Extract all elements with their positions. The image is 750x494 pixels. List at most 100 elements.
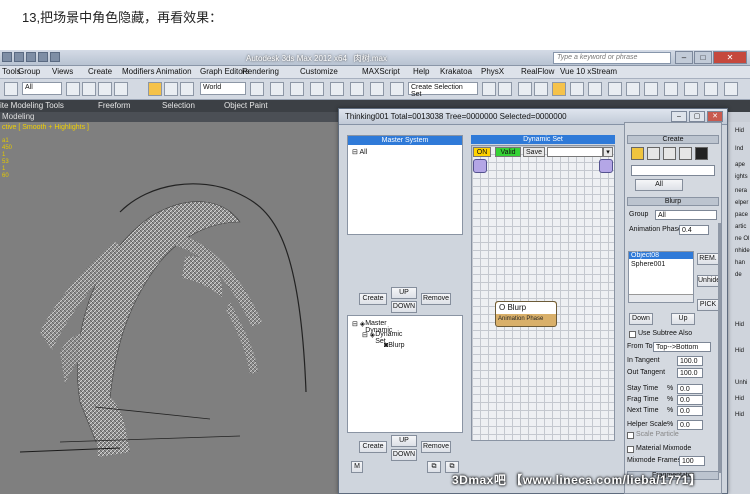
blurp-operator-node[interactable]: O Blurp Animation Phase — [495, 301, 557, 327]
right-strip-label[interactable]: ights — [735, 174, 748, 180]
save-icon[interactable] — [26, 52, 36, 62]
scale-icon[interactable] — [180, 82, 194, 96]
undo-icon[interactable] — [38, 52, 48, 62]
dialog-restore-button[interactable]: ▢ — [689, 111, 705, 122]
right-strip-label[interactable]: ape — [735, 162, 745, 168]
search-icon[interactable] — [679, 147, 692, 160]
schematic-view-icon[interactable] — [570, 82, 584, 96]
input-port-node[interactable] — [473, 159, 487, 173]
menu-help[interactable]: Help — [413, 67, 429, 76]
helper-scale-spinner[interactable]: 0.0 — [677, 420, 703, 430]
stay-time-spinner[interactable]: 0.0 — [677, 384, 703, 394]
menu-create[interactable]: Create — [88, 67, 112, 76]
right-strip-label[interactable]: elper — [735, 200, 748, 206]
mixmode-frames-spinner[interactable]: 100 — [679, 456, 705, 466]
render-setup-icon[interactable] — [608, 82, 622, 96]
open-icon[interactable] — [14, 52, 24, 62]
create-button-top[interactable]: Create — [359, 293, 387, 305]
tab-selection[interactable]: Selection — [162, 101, 195, 110]
animation-phase-spinner[interactable]: 0.4 — [679, 225, 709, 235]
down-button-top[interactable]: DOWN — [391, 301, 417, 313]
menu-maxscript[interactable]: MAXScript — [362, 67, 400, 76]
perspective-viewport[interactable]: ctive [ Smooth + Highlights ] a1 450 1 53 1 6… — [0, 122, 340, 494]
master-system-pane[interactable]: Master System ⊟ All — [347, 135, 463, 235]
from-to-dropdown[interactable]: Top-->Bottom — [653, 342, 711, 352]
scale-particle-checkbox[interactable] — [627, 432, 634, 439]
selection-filter-dropdown[interactable]: All — [22, 82, 62, 95]
cube-icon[interactable] — [695, 147, 708, 160]
dialog-minimize-button[interactable]: – — [671, 111, 687, 122]
right-strip-label[interactable]: Hid — [735, 322, 744, 328]
select-name-icon[interactable] — [82, 82, 96, 96]
mirror-icon[interactable] — [482, 82, 496, 96]
realflow-icon[interactable] — [704, 82, 718, 96]
layer-manager-icon[interactable] — [518, 82, 532, 96]
next-time-spinner[interactable]: 0.0 — [677, 406, 703, 416]
redo-icon[interactable] — [50, 52, 60, 62]
menu-physx[interactable]: PhysX — [481, 67, 504, 76]
dialog-close-button[interactable]: ✕ — [707, 111, 723, 122]
rect-select-icon[interactable] — [98, 82, 112, 96]
edit-named-sets-icon[interactable] — [390, 82, 404, 96]
right-strip-label[interactable]: ne Ol — [735, 236, 749, 242]
render-icon[interactable] — [644, 82, 658, 96]
close-button[interactable]: ✕ — [713, 51, 747, 64]
all-button[interactable]: All — [635, 179, 683, 191]
new-icon[interactable] — [2, 52, 12, 62]
pick-button[interactable]: PICK — [697, 299, 719, 311]
copy-node-icon[interactable]: ⧉ — [427, 461, 441, 473]
keyword-search-input[interactable]: Type a keyword or phrase — [553, 52, 671, 64]
tree-item-blurp[interactable]: ◙ Blurp — [384, 342, 405, 349]
physx-icon[interactable] — [724, 82, 738, 96]
right-strip-label[interactable]: Hid — [735, 412, 744, 418]
material-editor-icon[interactable] — [588, 82, 602, 96]
create-button-bottom[interactable]: Create — [359, 441, 387, 453]
tab-object-paint[interactable]: Object Paint — [224, 101, 268, 110]
percent-snap-icon[interactable] — [350, 82, 364, 96]
named-selection-set-dropdown[interactable]: Create Selection Set — [408, 82, 478, 98]
up-button[interactable]: Up — [671, 313, 695, 325]
right-strip-label[interactable]: Unhi — [735, 380, 747, 386]
down-button[interactable]: Down — [629, 313, 653, 325]
up-button-bottom[interactable]: UP — [391, 435, 417, 447]
menu-rendering[interactable]: Rendering — [242, 67, 279, 76]
maximize-button[interactable]: □ — [694, 51, 712, 64]
set-dropdown-button[interactable]: ▾ — [603, 147, 613, 157]
menu-krakatoa[interactable]: Krakatoa — [440, 67, 472, 76]
pivot-icon[interactable] — [250, 82, 264, 96]
tree-item-master-dynamic[interactable]: ⊟ ◈ Master Dynamic — [352, 320, 392, 334]
keyboard-shortcut-icon[interactable] — [290, 82, 304, 96]
save-button[interactable]: Save — [523, 147, 545, 157]
extra-icon[interactable] — [684, 82, 698, 96]
set-name-input[interactable] — [547, 147, 603, 157]
right-strip-label[interactable]: nera — [735, 188, 747, 194]
quick-access-toolbar[interactable] — [2, 52, 60, 64]
right-strip-label[interactable]: Ind — [735, 146, 743, 152]
right-strip-label[interactable]: han — [735, 260, 745, 266]
select-manipulate-icon[interactable] — [270, 82, 284, 96]
align-icon[interactable] — [498, 82, 512, 96]
minimize-button[interactable]: – — [675, 51, 693, 64]
down-button-bottom[interactable]: DOWN — [391, 449, 417, 461]
link-icon[interactable] — [4, 82, 18, 96]
out-tangent-spinner[interactable]: 100.0 — [677, 368, 703, 378]
right-strip-label[interactable]: Hid — [735, 348, 744, 354]
blurp-rollout-header[interactable]: Blurp — [627, 197, 719, 206]
command-panel-scrollbar[interactable] — [718, 223, 721, 473]
rem-button[interactable]: REM. — [697, 253, 719, 265]
select-icon[interactable] — [66, 82, 80, 96]
remove-button-top[interactable]: Remove — [421, 293, 451, 305]
tree-item-dynamic-set[interactable]: ⊟ ◈ Dynamic Set — [362, 331, 402, 345]
list-scrollbar[interactable] — [629, 294, 693, 302]
menu-customize[interactable]: Customize — [300, 67, 338, 76]
output-port-node[interactable] — [599, 159, 613, 173]
group-dropdown[interactable]: All — [655, 210, 717, 220]
snaps-icon[interactable] — [310, 82, 324, 96]
window-crossing-icon[interactable] — [114, 82, 128, 96]
right-strip-label[interactable]: Hid — [735, 396, 744, 402]
right-strip-label[interactable]: de — [735, 272, 742, 278]
rendered-frame-icon[interactable] — [626, 82, 640, 96]
unhide-button[interactable]: Unhide — [697, 275, 720, 287]
object-list[interactable]: Object08 Sphere001 — [628, 251, 694, 303]
tab-modeling-tools[interactable]: ite Modeling Tools — [0, 101, 64, 110]
